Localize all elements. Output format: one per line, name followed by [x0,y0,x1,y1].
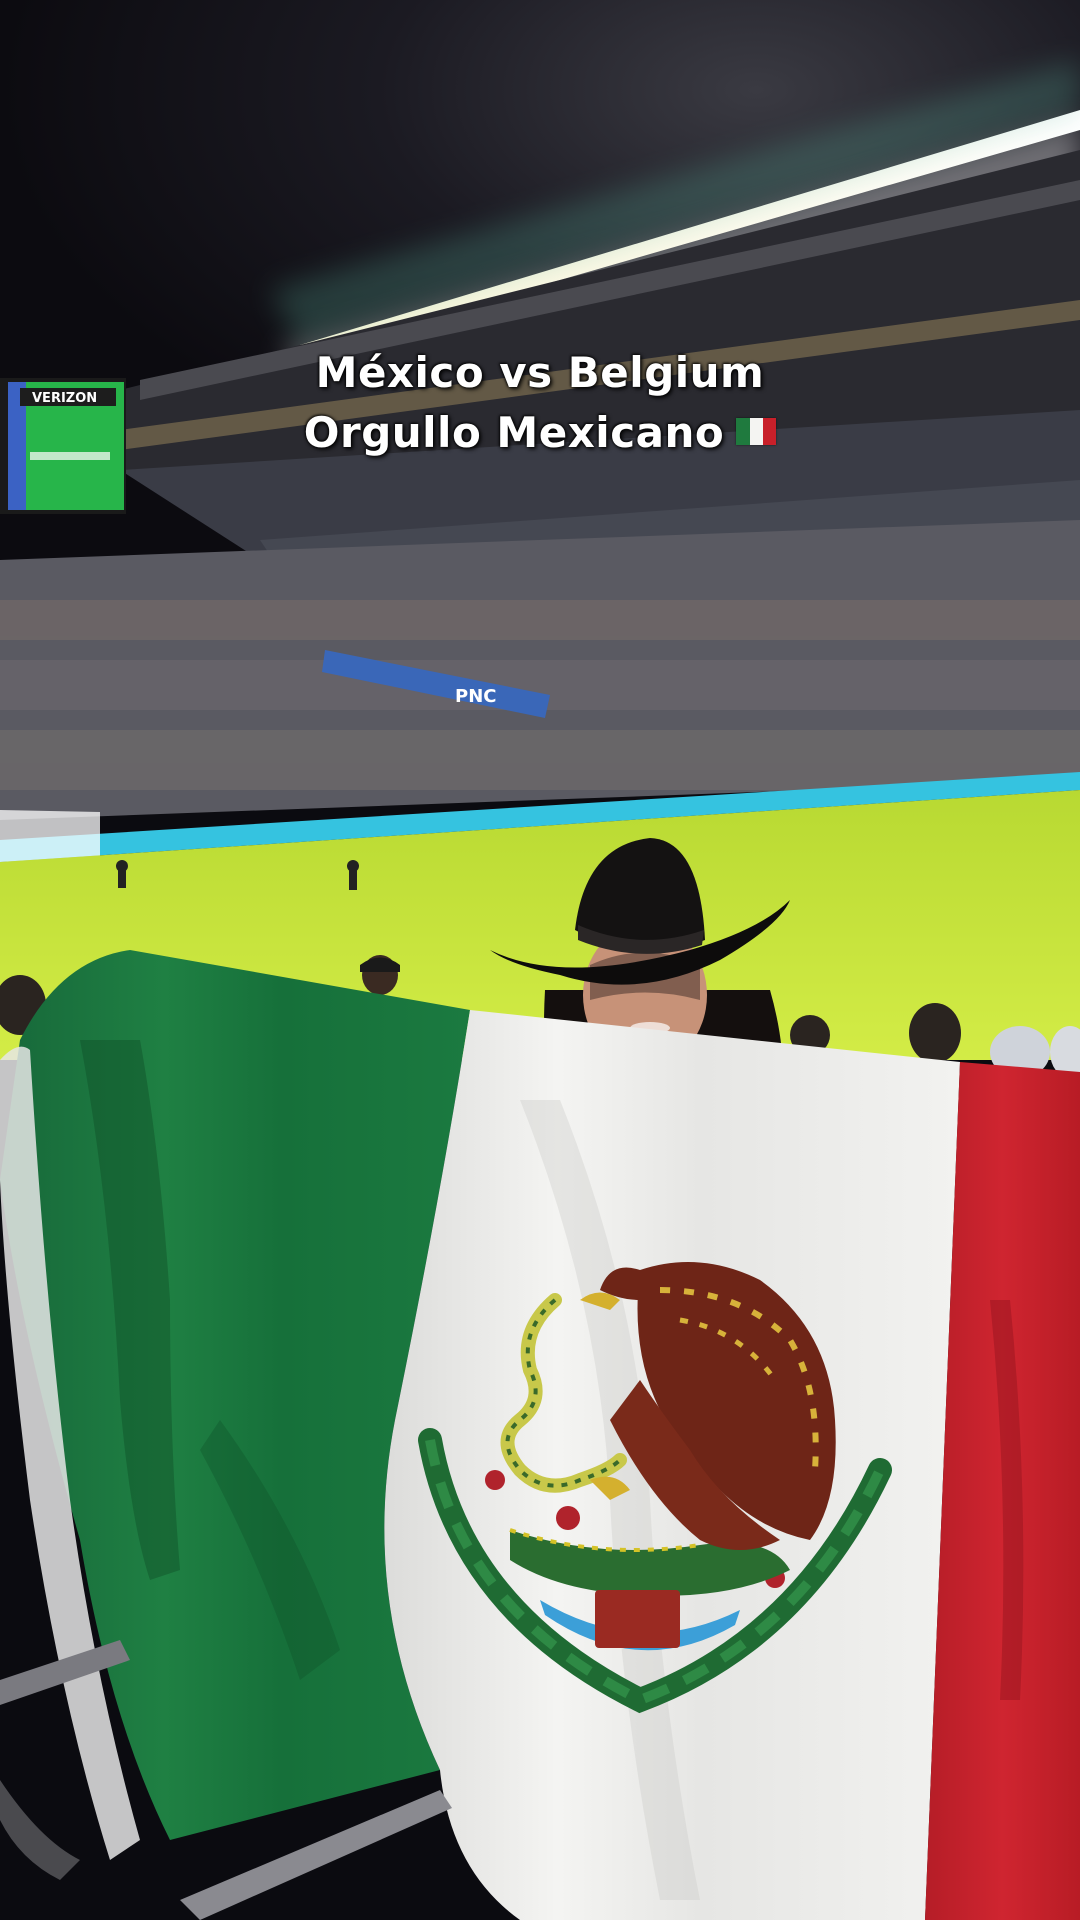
caption-line-2-text: Orgullo Mexicano [303,408,725,457]
sponsor-text: PNC [455,686,496,707]
mexico-flag [0,950,1080,1920]
caption-line-1: México vs Belgium [315,348,765,397]
mexico-flag-emoji-icon [736,418,777,445]
goal-net [0,810,100,862]
stadium-photo: VERIZON PNC [0,0,1080,1920]
caption-line-2: Orgullo Mexicano [0,408,1080,457]
